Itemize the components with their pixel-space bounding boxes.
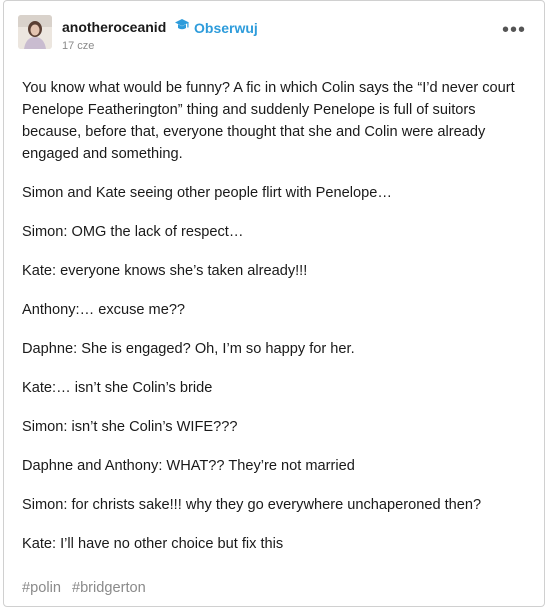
post-card: anotheroceanid Obserwuj 17 cze ••• You k…: [3, 0, 545, 607]
post-paragraph: Kate: I’ll have no other choice but fix …: [22, 536, 284, 552]
follow-group[interactable]: Obserwuj: [174, 18, 258, 37]
post-paragraph: Simon: for christs sake!!! why they go e…: [22, 497, 482, 513]
post-paragraph: Kate:… isn’t she Colin’s bride: [22, 380, 213, 396]
post-body: You know what would be funny? A fic in w…: [22, 77, 530, 572]
username[interactable]: anotheroceanid: [62, 19, 166, 35]
post-paragraph: Simon and Kate seeing other people flirt…: [22, 185, 392, 201]
post-paragraph: Kate: everyone knows she’s taken already…: [22, 263, 308, 279]
tag-bridgerton[interactable]: #bridgerton: [72, 580, 146, 596]
post-paragraph: You know what would be funny? A fic in w…: [22, 80, 515, 162]
tag-polin[interactable]: #polin: [22, 580, 61, 596]
post-paragraph: Simon: OMG the lack of respect…: [22, 224, 244, 240]
follow-button[interactable]: Obserwuj: [194, 20, 258, 36]
post-paragraph: Anthony:… excuse me??: [22, 302, 186, 318]
post-timestamp[interactable]: 17 cze: [62, 40, 94, 52]
graduation-cap-icon: [174, 18, 190, 37]
post-paragraph: Daphne: She is engaged? Oh, I’m so happy…: [22, 341, 355, 357]
post-tags: #polin #bridgerton: [22, 580, 146, 596]
avatar[interactable]: [18, 15, 52, 49]
post-paragraph: Daphne and Anthony: WHAT?? They’re not m…: [22, 458, 355, 474]
post-paragraph: Simon: isn’t she Colin’s WIFE???: [22, 419, 238, 435]
more-options-icon[interactable]: •••: [502, 20, 526, 40]
post-header: anotheroceanid Obserwuj 17 cze •••: [18, 13, 530, 53]
